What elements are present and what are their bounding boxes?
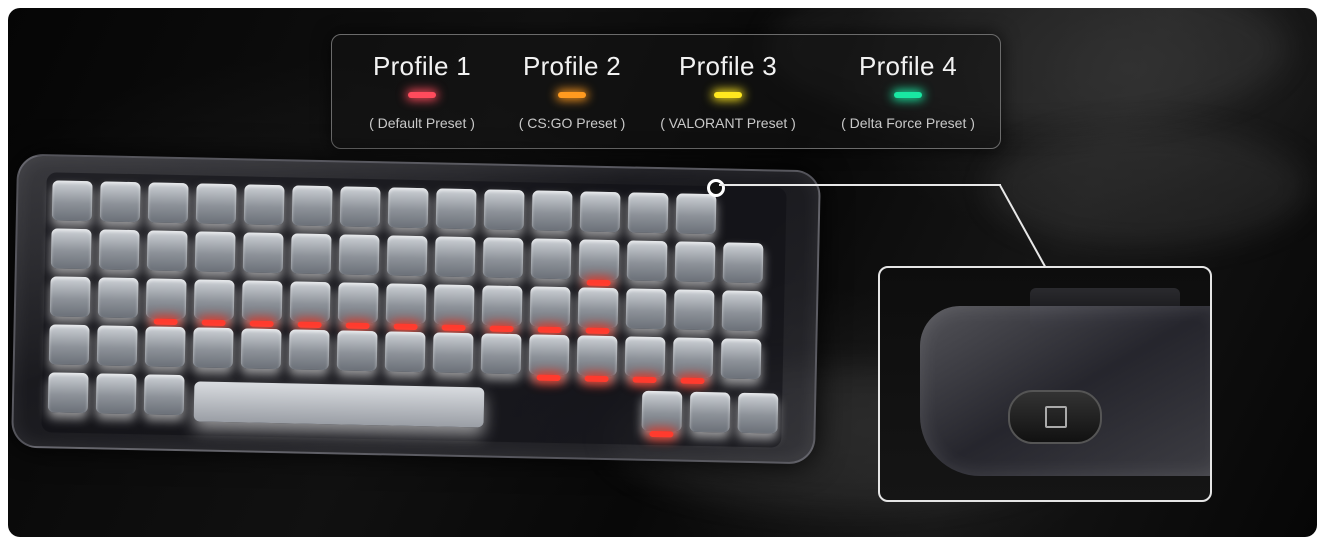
keycap — [49, 276, 91, 318]
keycap — [625, 288, 667, 330]
keycap — [529, 286, 571, 328]
spacebar-key — [193, 381, 485, 428]
profile-subtitle: ( CS:GO Preset ) — [518, 115, 626, 131]
keycap — [528, 334, 570, 376]
keycap — [144, 326, 186, 368]
keycap — [624, 336, 666, 378]
keycap — [432, 332, 474, 374]
keycap — [240, 328, 282, 370]
keycap — [50, 228, 92, 270]
keycap — [192, 327, 234, 369]
keycap — [481, 285, 523, 327]
keycap — [675, 193, 717, 235]
keycap — [143, 374, 185, 416]
keycap — [288, 329, 330, 371]
keycap — [641, 390, 683, 432]
keycap — [385, 283, 427, 325]
keycap — [720, 338, 762, 380]
keycap — [145, 278, 187, 320]
keycap — [578, 239, 620, 281]
keycap — [289, 281, 331, 323]
keycap — [96, 325, 138, 367]
keycap — [195, 183, 237, 225]
keycap — [627, 192, 669, 234]
keycap — [242, 232, 284, 274]
keycap — [530, 238, 572, 280]
keycap — [689, 391, 731, 433]
keycap — [737, 392, 779, 434]
profile-title: Profile 4 — [858, 51, 958, 81]
keycap — [673, 289, 715, 331]
keycap — [48, 324, 90, 366]
keycap — [291, 185, 333, 227]
profile-led-indicator — [558, 92, 586, 98]
product-hero-image: Profile 1 ( Default Preset ) Profile 2 (… — [8, 8, 1317, 537]
keycap — [576, 335, 618, 377]
keycap — [146, 230, 188, 272]
keycap — [579, 191, 621, 233]
profile-title: Profile 1 — [372, 51, 472, 81]
keycap — [47, 372, 89, 414]
keycap — [98, 229, 140, 271]
keycap — [194, 231, 236, 273]
profile-legend-panel: Profile 1 ( Default Preset ) Profile 2 (… — [331, 34, 1001, 149]
transparent-keyboard — [11, 153, 821, 465]
profile-title: Profile 2 — [522, 51, 622, 81]
keycap — [336, 330, 378, 372]
keycap — [674, 241, 716, 283]
keycap — [193, 279, 235, 321]
keycap — [338, 234, 380, 276]
keycap — [337, 282, 379, 324]
keycap — [626, 240, 668, 282]
keycap — [290, 233, 332, 275]
keycap — [97, 277, 139, 319]
profile-subtitle: ( Delta Force Preset ) — [841, 115, 975, 131]
keycap — [99, 181, 141, 223]
keycap — [147, 182, 189, 224]
profile-subtitle: ( Default Preset ) — [369, 115, 475, 131]
profile-led-indicator — [714, 92, 742, 98]
keycap — [384, 331, 426, 373]
profile-led-indicator — [408, 92, 436, 98]
keycap — [480, 333, 522, 375]
keycap — [435, 188, 477, 230]
keycap — [51, 180, 93, 222]
keycap — [483, 189, 525, 231]
keycap — [243, 184, 285, 226]
fabric-fold — [988, 128, 1308, 248]
keycap — [387, 187, 429, 229]
keycap — [721, 290, 763, 332]
profile-led-indicator — [894, 92, 922, 98]
profile-title: Profile 3 — [678, 51, 778, 81]
keycap — [531, 190, 573, 232]
keycap — [672, 337, 714, 379]
keycap-grid — [41, 172, 787, 448]
keycap — [386, 235, 428, 277]
callout-line — [719, 184, 1001, 186]
profile-switch-button — [1008, 390, 1102, 444]
profile-switch-detail-inset — [878, 266, 1212, 502]
keycap — [577, 287, 619, 329]
keycap — [433, 284, 475, 326]
profile-subtitle: ( VALORANT Preset ) — [660, 115, 796, 131]
keycap — [722, 242, 764, 284]
keycap — [339, 186, 381, 228]
callout-point — [707, 179, 725, 197]
keycap — [434, 236, 476, 278]
keycap — [241, 280, 283, 322]
brand-logo-icon — [1045, 406, 1067, 428]
keycap — [95, 373, 137, 415]
keycap — [482, 237, 524, 279]
